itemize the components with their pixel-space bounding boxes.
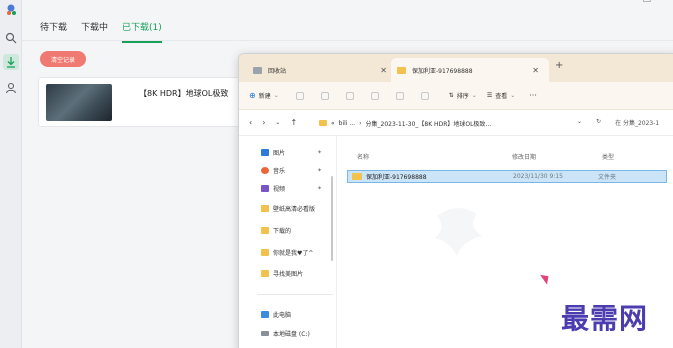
close-icon[interactable]: ✕ xyxy=(532,66,539,75)
music-icon xyxy=(261,167,269,174)
nav-item-label: 音乐 xyxy=(273,168,286,175)
explorer-toolbar: ⊕ 新建 ⌄ ⇅ 排序 ⌄ ☰ 查看 ⌄ ··· xyxy=(239,82,673,110)
pin-icon: ✦ xyxy=(317,167,323,174)
site-watermark: 最需网 xyxy=(561,302,649,335)
back-icon[interactable]: ‹ xyxy=(249,118,252,127)
videos-icon xyxy=(261,185,269,192)
new-button[interactable]: ⊕ 新建 ⌄ xyxy=(249,91,279,100)
forward-icon[interactable]: › xyxy=(262,118,265,127)
folder-icon xyxy=(319,120,327,126)
nav-item-label: 壁纸高清必看版 xyxy=(273,206,316,213)
user-icon[interactable] xyxy=(3,80,19,96)
sort-icon: ⇅ xyxy=(448,92,454,99)
pin-icon: ✦ xyxy=(317,185,323,192)
new-icon: ⊕ xyxy=(249,91,256,100)
folder-icon xyxy=(397,66,406,74)
pin-icon: ✦ xyxy=(317,149,323,156)
file-row[interactable]: 保加利亚-917698888 2023/11/30 9:15 文件夹 xyxy=(347,170,667,183)
nav-item-label: 下载的 xyxy=(273,228,292,235)
more-options-button[interactable]: ··· xyxy=(529,91,537,100)
video-thumbnail xyxy=(46,84,112,121)
breadcrumb-item[interactable]: bili ... xyxy=(339,120,355,127)
nav-item-label: 视频 xyxy=(273,186,286,193)
navigation-pane: 图片 ✦ 音乐 ✦ 视频 ✦ 壁纸高清必看版 下载的 你就是我♥了^ 寻找美图片… xyxy=(239,136,337,348)
view-icon: ☰ xyxy=(486,92,493,99)
chevron-down-icon: ⌄ xyxy=(510,92,516,99)
column-header-date[interactable]: 修改日期 xyxy=(512,152,536,161)
computer-icon xyxy=(261,311,269,318)
cut-icon[interactable] xyxy=(295,91,304,100)
pictures-icon xyxy=(261,149,269,156)
new-button-label: 新建 xyxy=(258,93,271,100)
search-box[interactable]: 在 分集_2023-1 xyxy=(615,118,659,127)
view-button[interactable]: ☰ 查看 ⌄ xyxy=(487,91,515,100)
copy-icon[interactable] xyxy=(320,91,329,100)
share-icon[interactable] xyxy=(395,91,404,100)
breadcrumb-item[interactable]: 分集_2023-11-30_【8K HDR】地球OL极致... xyxy=(366,119,492,128)
chevron-down-icon[interactable]: ⌄ xyxy=(577,118,582,127)
address-bar-row: ‹ › ⌄ ↑ « bili ... › 分集_2023-11-30_【8K H… xyxy=(239,110,673,136)
drive-icon xyxy=(261,331,269,336)
app-root: — □ 待下载 下载中 已下载(1) 清空记录 【8K HDR】地球OL极致 回… xyxy=(0,0,673,348)
download-icon[interactable] xyxy=(3,54,19,70)
view-button-label: 查看 xyxy=(495,93,508,100)
new-tab-button[interactable]: + xyxy=(555,60,563,71)
nav-item-folder[interactable]: 壁纸高清必看版 xyxy=(261,204,315,213)
nav-item-folder[interactable]: 下载的 xyxy=(261,226,291,235)
explorer-tab-bar: 回收站 ✕ 保加利亚-917698888 ✕ + xyxy=(239,54,673,82)
tab-current-folder-label: 保加利亚-917698888 xyxy=(412,67,473,75)
faint-watermark-logo xyxy=(435,207,482,256)
window-controls[interactable]: — □ xyxy=(603,0,665,4)
recycle-bin-icon xyxy=(253,66,262,74)
tab-current-folder[interactable]: 保加利亚-917698888 ✕ xyxy=(391,58,549,82)
breadcrumb-overflow[interactable]: « xyxy=(331,120,335,127)
delete-icon[interactable] xyxy=(420,91,429,100)
column-header-type[interactable]: 类型 xyxy=(602,152,614,161)
folder-icon xyxy=(261,249,269,256)
download-item-title: 【8K HDR】地球OL极致 xyxy=(139,89,229,98)
file-row-name: 保加利亚-917698888 xyxy=(366,174,427,181)
nav-item-music[interactable]: 音乐 ✦ xyxy=(261,166,322,175)
nav-item-this-pc[interactable]: 此电脑 xyxy=(261,310,291,319)
tab-recycle-bin[interactable]: 回收站 ✕ xyxy=(247,58,397,82)
paste-icon[interactable] xyxy=(345,91,354,100)
folder-icon xyxy=(261,270,269,277)
up-icon[interactable]: ↑ xyxy=(290,118,297,127)
chevron-down-icon[interactable]: ⌄ xyxy=(275,119,280,126)
breadcrumb-separator: › xyxy=(359,119,362,127)
file-row-type: 文件夹 xyxy=(598,174,617,181)
nav-item-drive-c[interactable]: 本地磁盘 (C:) xyxy=(261,329,310,338)
chevron-down-icon: ⌄ xyxy=(471,92,477,99)
nav-item-label: 你就是我♥了^ xyxy=(273,250,314,257)
nav-item-label: 图片 xyxy=(273,150,286,157)
nav-item-label: 本地磁盘 (C:) xyxy=(273,331,310,338)
folder-icon xyxy=(261,227,269,234)
nav-divider xyxy=(257,294,333,295)
nav-item-pictures[interactable]: 图片 ✦ xyxy=(261,148,322,157)
chevron-down-icon: ⌄ xyxy=(273,92,279,99)
nav-item-videos[interactable]: 视频 ✦ xyxy=(261,184,322,193)
file-row-date: 2023/11/30 9:15 xyxy=(513,173,563,180)
breadcrumb[interactable]: « bili ... › 分集_2023-11-30_【8K HDR】地球OL极… xyxy=(319,115,609,131)
folder-icon xyxy=(261,205,269,212)
close-icon[interactable]: ✕ xyxy=(380,66,387,75)
tabs-divider xyxy=(22,40,673,41)
column-header-name[interactable]: 名称 xyxy=(357,152,369,161)
address-right: ⌄ ↻ 在 分集_2023-1 xyxy=(577,118,659,127)
search-icon[interactable] xyxy=(3,30,19,46)
app-logo-icon[interactable] xyxy=(3,2,19,18)
refresh-icon[interactable]: ↻ xyxy=(596,118,601,127)
nav-scrollbar[interactable] xyxy=(331,176,333,261)
nav-item-folder[interactable]: 寻找美图片 xyxy=(261,269,303,278)
nav-item-label: 此电脑 xyxy=(273,312,292,319)
sort-button[interactable]: ⇅ 排序 ⌄ xyxy=(449,91,477,100)
clear-records-button[interactable]: 清空记录 xyxy=(40,51,86,67)
left-rail xyxy=(0,0,22,348)
nav-item-label: 寻找美图片 xyxy=(273,271,304,278)
folder-icon xyxy=(352,173,362,180)
rename-icon[interactable] xyxy=(370,91,379,100)
nav-item-folder[interactable]: 你就是我♥了^ xyxy=(261,248,313,257)
sort-button-label: 排序 xyxy=(456,93,469,100)
tab-recycle-bin-label: 回收站 xyxy=(268,67,287,75)
